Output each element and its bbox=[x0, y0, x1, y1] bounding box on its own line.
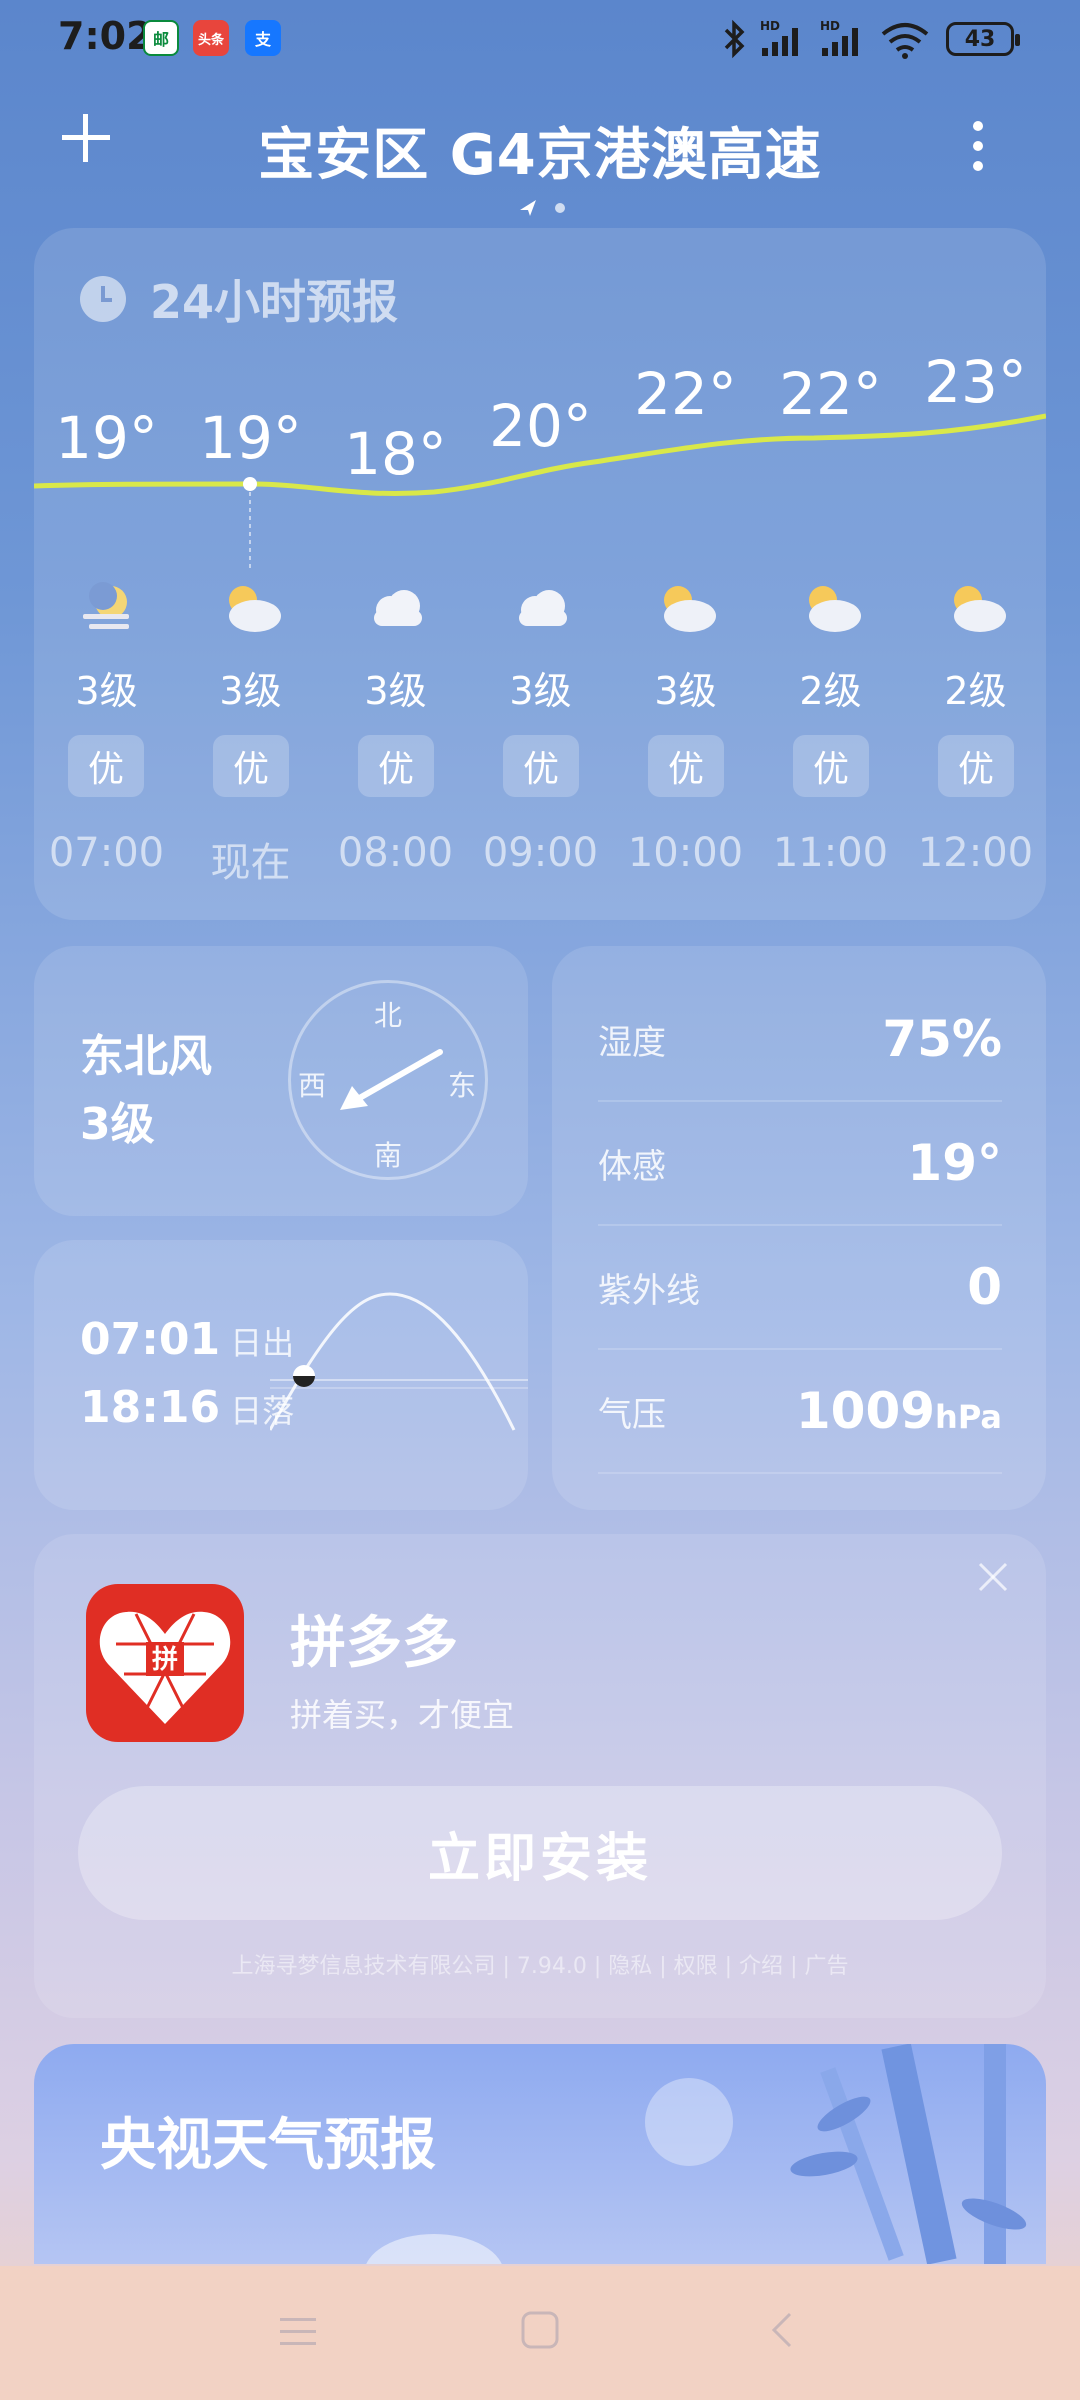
hour-wind-level: 2级 bbox=[799, 669, 862, 713]
sun-cloud-icon bbox=[903, 578, 1048, 638]
feels-like-label: 体感 bbox=[598, 1146, 666, 1187]
china-post-icon: 邮 bbox=[143, 20, 179, 56]
svg-text:HD: HD bbox=[760, 19, 780, 33]
svg-text:HD: HD bbox=[820, 19, 840, 33]
uv-row: 紫外线 0 bbox=[598, 1226, 1002, 1350]
uv-value: 0 bbox=[967, 1258, 1002, 1316]
wind-direction: 东北风 bbox=[80, 1031, 212, 1082]
bluetooth-icon bbox=[724, 19, 745, 59]
wifi-icon bbox=[881, 23, 929, 59]
ad-close-button[interactable] bbox=[976, 1554, 1010, 1605]
compass-north: 北 bbox=[374, 999, 403, 1032]
page-indicator bbox=[520, 200, 565, 216]
ad-app-name: 拼多多 bbox=[290, 1611, 458, 1676]
sunrise-time: 07:01 bbox=[80, 1314, 221, 1365]
pressure-unit: hPa bbox=[935, 1398, 1002, 1436]
toutiao-icon: 头条 bbox=[193, 20, 229, 56]
hour-temp: 23° bbox=[924, 348, 1027, 416]
hour-temp: 18° bbox=[344, 420, 447, 488]
back-icon[interactable] bbox=[766, 2310, 796, 2350]
sunset-row: 18:16 日落 bbox=[80, 1382, 294, 1433]
pressure-value: 1009 bbox=[795, 1382, 936, 1440]
hour-label: 10:00 bbox=[627, 830, 744, 876]
humidity-row: 湿度 75% bbox=[598, 978, 1002, 1102]
aqi-badge: 优 bbox=[68, 735, 144, 797]
hourly-forecast-title: 24小时预报 bbox=[80, 266, 398, 332]
signal-icon-2: HD bbox=[820, 19, 858, 56]
ad-slogan: 拼着买，才便宜 bbox=[290, 1696, 515, 1734]
hour-label: 08:00 bbox=[337, 830, 454, 876]
feels-like-row: 体感 19° bbox=[598, 1102, 1002, 1226]
pinduoduo-app-icon[interactable]: 拼 bbox=[86, 1584, 244, 1742]
wind-level: 3级 bbox=[80, 1099, 155, 1150]
uv-label: 紫外线 bbox=[598, 1270, 700, 1311]
aqi-badge: 优 bbox=[358, 735, 434, 797]
pressure-row: 气压 1009hPa bbox=[598, 1350, 1002, 1474]
hour-temp: 20° bbox=[489, 392, 592, 460]
sun-cloud-icon bbox=[613, 578, 758, 638]
hour-wind-level: 3级 bbox=[654, 669, 717, 713]
hour-wind-level: 2级 bbox=[944, 669, 1007, 713]
system-nav-bar bbox=[0, 2266, 1080, 2400]
status-bar: 7:02 邮 头条 支 HD HD 43 bbox=[0, 0, 1080, 80]
aqi-badge: 优 bbox=[793, 735, 869, 797]
hour-label: 12:00 bbox=[917, 830, 1034, 876]
aqi-badge: 优 bbox=[503, 735, 579, 797]
more-menu-button[interactable] bbox=[964, 118, 992, 174]
location-arrow-icon bbox=[520, 200, 536, 216]
location-title: 宝安区 G4京港澳高速 bbox=[258, 123, 822, 188]
hour-temp: 19° bbox=[199, 404, 302, 472]
hour-wind-level: 3级 bbox=[219, 669, 282, 713]
hour-wind-level: 3级 bbox=[75, 669, 138, 713]
hour-label: 07:00 bbox=[48, 830, 165, 876]
alipay-icon: 支 bbox=[245, 20, 281, 56]
compass-east: 东 bbox=[448, 1069, 477, 1102]
home-icon[interactable] bbox=[520, 2310, 560, 2350]
hour-wind-level: 3级 bbox=[364, 669, 427, 713]
humidity-value: 75% bbox=[882, 1010, 1002, 1068]
humidity-label: 湿度 bbox=[598, 1022, 666, 1063]
sunset-time: 18:16 bbox=[80, 1382, 221, 1433]
cloud-icon bbox=[323, 578, 468, 638]
menu-icon[interactable] bbox=[278, 2314, 318, 2350]
cloud-icon bbox=[468, 578, 613, 638]
hour-temp: 22° bbox=[779, 360, 882, 428]
hour-label: 现在 bbox=[210, 840, 291, 886]
hour-temp: 22° bbox=[634, 360, 737, 428]
hour-label: 09:00 bbox=[482, 830, 599, 876]
clock-icon bbox=[80, 276, 126, 322]
status-time: 7:02 bbox=[58, 14, 153, 58]
compass-south: 南 bbox=[374, 1139, 403, 1172]
pressure-label: 气压 bbox=[598, 1394, 666, 1435]
ad-meta-info: 上海寻梦信息技术有限公司 | 7.94.0 | 隐私 | 权限 | 介绍 | 广… bbox=[231, 1954, 849, 1979]
battery-indicator: 43 bbox=[946, 22, 1020, 56]
sun-cloud-icon bbox=[758, 578, 903, 638]
compass-west: 西 bbox=[298, 1069, 327, 1102]
more-vertical-icon bbox=[973, 121, 983, 171]
close-icon bbox=[978, 1562, 1008, 1592]
sunrise-row: 07:01 日出 bbox=[80, 1314, 294, 1365]
aqi-badge: 优 bbox=[213, 735, 289, 797]
svg-text:拼: 拼 bbox=[152, 1645, 178, 1675]
sun-arc-graphic bbox=[270, 1292, 528, 1431]
aqi-badge: 优 bbox=[648, 735, 724, 797]
hour-wind-level: 3级 bbox=[509, 669, 572, 713]
hourly-title-text: 24小时预报 bbox=[150, 275, 399, 329]
moon-cloud-icon bbox=[34, 578, 179, 638]
hour-label: 11:00 bbox=[772, 830, 889, 876]
aqi-badge: 优 bbox=[938, 735, 1014, 797]
sun-cloud-icon bbox=[178, 578, 323, 638]
cctv-title: 央视天气预报 bbox=[100, 2113, 436, 2178]
feels-like-value: 19° bbox=[907, 1134, 1002, 1192]
signal-icon-1: HD bbox=[760, 19, 798, 56]
hour-temp: 19° bbox=[55, 404, 158, 472]
install-button[interactable]: 立即安装 bbox=[78, 1786, 1002, 1920]
wind-arrow-icon bbox=[340, 1049, 443, 1110]
